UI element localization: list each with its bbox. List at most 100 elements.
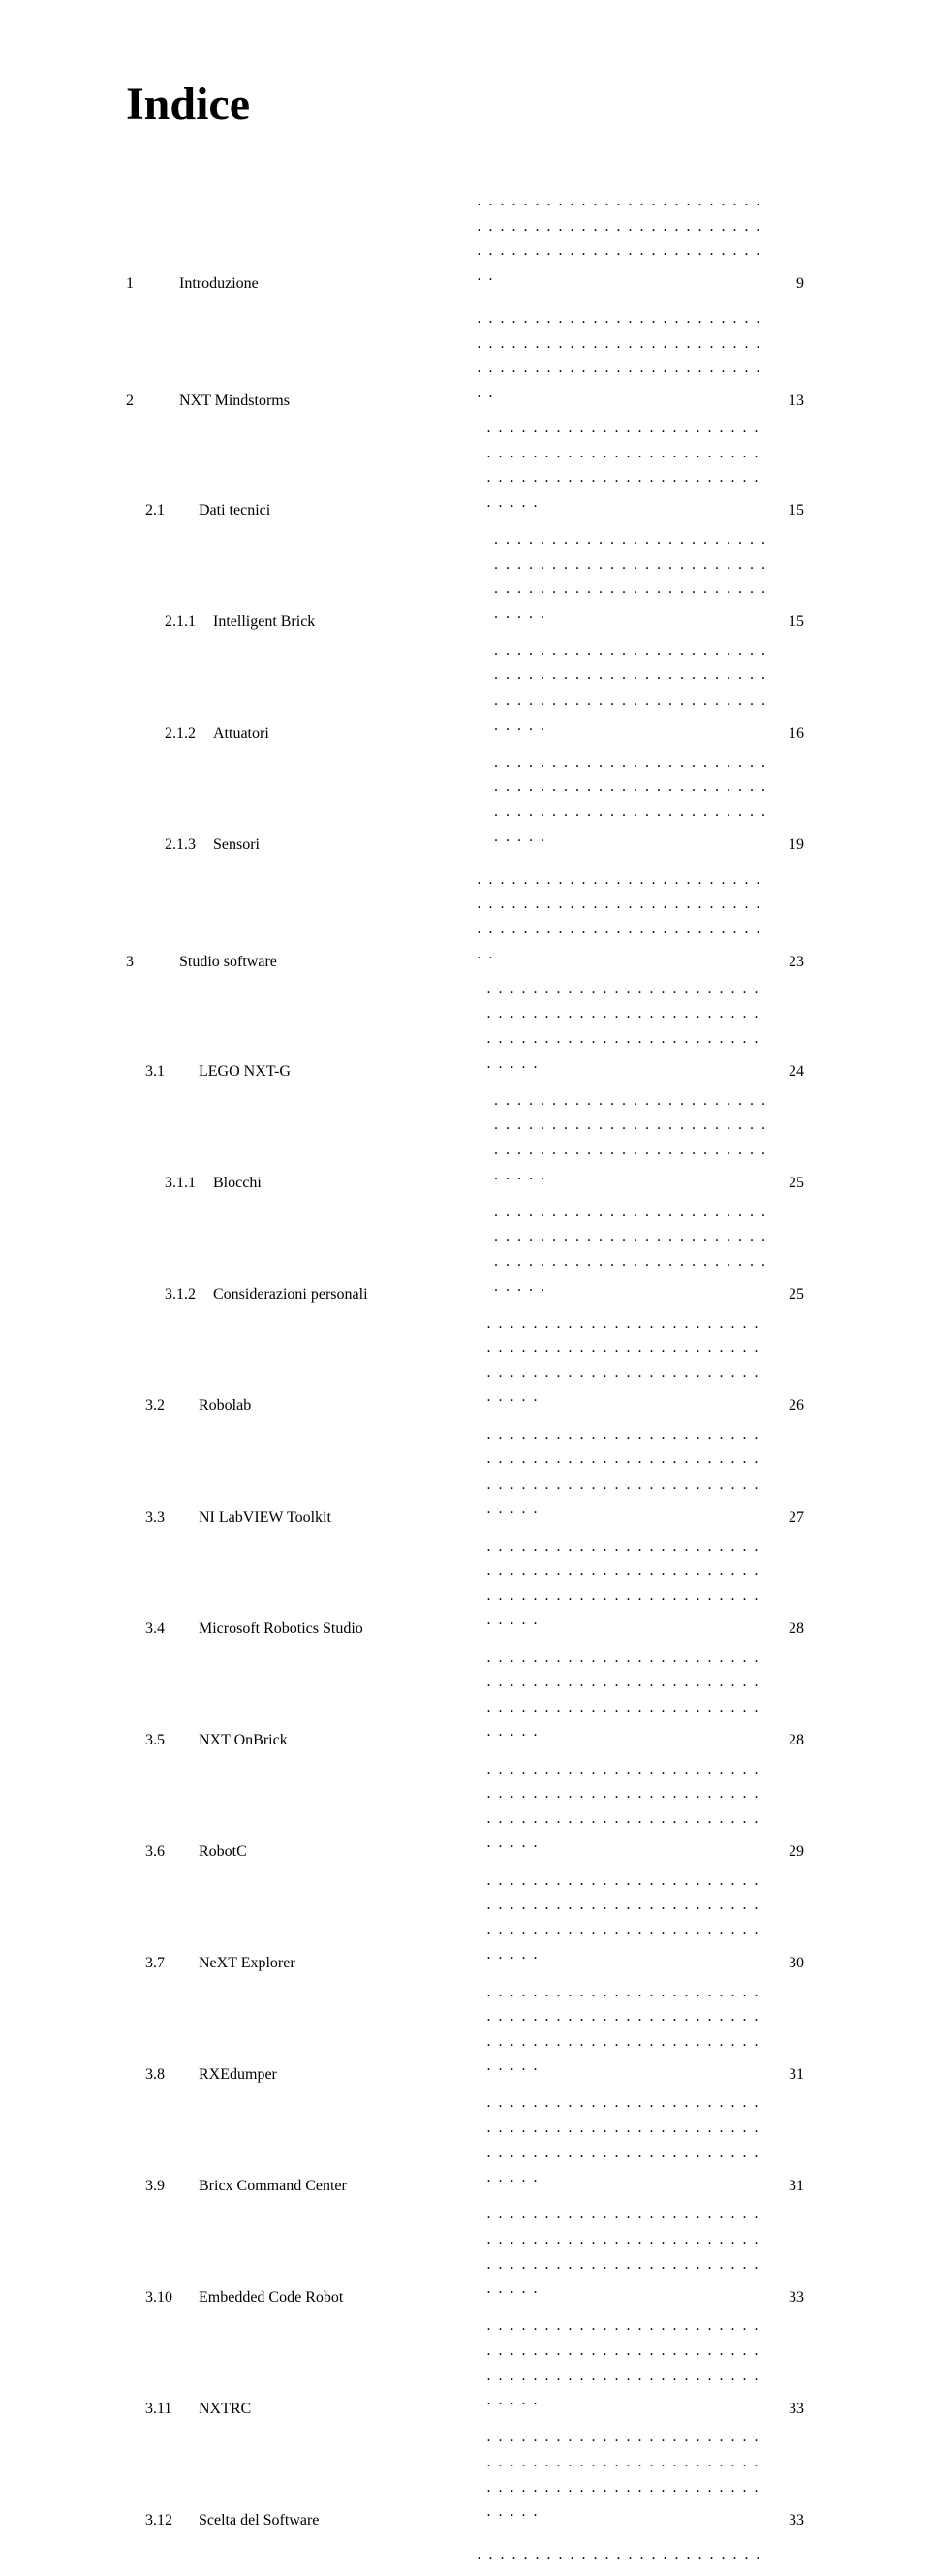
toc-label: Considerazioni personali — [213, 1282, 490, 1307]
toc-entry-ch2: 2 NXT Mindstorms 13 — [126, 306, 804, 414]
toc-number: 3.11 — [126, 2397, 199, 2422]
toc-number: 2 — [126, 389, 179, 414]
toc-number: 3.4 — [126, 1617, 199, 1642]
table-of-contents: 1 Introduzione 9 2 NXT Mindstorms 13 2.1… — [126, 189, 804, 2576]
toc-entry-s2.1.1: 2.1.1 Intelligent Brick 15 — [126, 527, 804, 635]
toc-entry-s3.11: 3.11 NXTRC 33 — [126, 2313, 804, 2421]
toc-entry-ch1: 1 Introduzione 9 — [126, 189, 804, 297]
toc-page: 9 — [775, 271, 804, 297]
toc-label: Intelligent Brick — [213, 610, 490, 635]
toc-label: Sensori — [213, 832, 490, 858]
toc-entry-s2.1.2: 2.1.2 Attuatori 16 — [126, 639, 804, 746]
toc-page: 13 — [775, 389, 804, 414]
toc-page: 25 — [775, 1171, 804, 1196]
toc-entry-s3.4: 3.4 Microsoft Robotics Studio 28 — [126, 1534, 804, 1642]
toc-label: Introduzione — [179, 271, 474, 297]
toc-dots — [483, 1423, 776, 1530]
toc-label: Microsoft Robotics Studio — [199, 1617, 483, 1642]
toc-entry-s3.1.2: 3.1.2 Considerazioni personali 25 — [126, 1200, 804, 1307]
toc-dots — [483, 2090, 776, 2198]
toc-page: 30 — [775, 1951, 804, 1976]
toc-entry-s3.3: 3.3 NI LabVIEW Toolkit 27 — [126, 1423, 804, 1530]
toc-dots — [483, 1534, 776, 1642]
toc-dots — [490, 527, 775, 635]
toc-page: 15 — [775, 498, 804, 523]
toc-entry-s3.9: 3.9 Bricx Command Center 31 — [126, 2090, 804, 2198]
toc-page: 33 — [775, 2397, 804, 2422]
toc-label: Dati tecnici — [199, 498, 483, 523]
toc-dots — [483, 1646, 776, 1753]
toc-entry-s3.1: 3.1 LEGO NXT-G 24 — [126, 977, 804, 1084]
toc-entry-ch4: 4 Pendolo di Furuta 35 — [126, 2542, 804, 2576]
toc-label: NeXT Explorer — [199, 1951, 483, 1976]
toc-number: 2.1.2 — [126, 721, 213, 746]
toc-number: 2.1 — [126, 498, 199, 523]
toc-dots — [474, 306, 776, 414]
toc-dots — [490, 1088, 775, 1196]
toc-label: NXTRC — [199, 2397, 483, 2422]
toc-page: 16 — [775, 721, 804, 746]
toc-page: 25 — [775, 1282, 804, 1307]
toc-page: 15 — [775, 610, 804, 635]
toc-label: Blocchi — [213, 1171, 490, 1196]
toc-number: 3.3 — [126, 1505, 199, 1530]
toc-dots — [483, 1757, 776, 1865]
toc-entry-s3.7: 3.7 NeXT Explorer 30 — [126, 1869, 804, 1976]
toc-label: LEGO NXT-G — [199, 1059, 483, 1084]
toc-number: 3.1.1 — [126, 1171, 213, 1196]
toc-entry-s3.2: 3.2 Robolab 26 — [126, 1311, 804, 1419]
toc-label: Robolab — [199, 1394, 483, 1419]
toc-label: Scelta del Software — [199, 2508, 483, 2533]
toc-page: 31 — [775, 2174, 804, 2199]
toc-dots — [474, 867, 776, 975]
toc-dots — [483, 2425, 776, 2532]
toc-number: 2.1.1 — [126, 610, 213, 635]
toc-number: 3.1.2 — [126, 1282, 213, 1307]
toc-number: 3.12 — [126, 2508, 199, 2533]
toc-page: 24 — [775, 1059, 804, 1084]
toc-number: 3 — [126, 950, 179, 975]
toc-entry-ch3: 3 Studio software 23 — [126, 867, 804, 975]
toc-dots — [490, 639, 775, 746]
toc-label: Attuatori — [213, 721, 490, 746]
toc-page: 33 — [775, 2508, 804, 2533]
toc-number: 3.2 — [126, 1394, 199, 1419]
toc-dots — [483, 1869, 776, 1976]
page: Indice 1 Introduzione 9 2 NXT Mindstorms… — [126, 0, 804, 2576]
toc-number: 3.6 — [126, 1839, 199, 1865]
toc-entry-s3.1.1: 3.1.1 Blocchi 25 — [126, 1088, 804, 1196]
toc-page: 33 — [775, 2285, 804, 2310]
toc-entry-s3.6: 3.6 RobotC 29 — [126, 1757, 804, 1865]
toc-entry-s2.1.3: 2.1.3 Sensori 19 — [126, 750, 804, 858]
toc-dots — [474, 2542, 776, 2576]
page-title: Indice — [126, 78, 804, 131]
toc-dots — [483, 1311, 776, 1419]
toc-label: NXT Mindstorms — [179, 389, 474, 414]
toc-page: 26 — [775, 1394, 804, 1419]
toc-label: Embedded Code Robot — [199, 2285, 483, 2310]
toc-dots — [474, 189, 776, 297]
toc-page: 23 — [775, 950, 804, 975]
toc-number: 3.9 — [126, 2174, 199, 2199]
toc-entry-s3.5: 3.5 NXT OnBrick 28 — [126, 1646, 804, 1753]
toc-number: 3.8 — [126, 2062, 199, 2088]
toc-entry-s3.8: 3.8 RXEdumper 31 — [126, 1980, 804, 2088]
toc-entry-s3.10: 3.10 Embedded Code Robot 33 — [126, 2202, 804, 2309]
toc-page: 27 — [775, 1505, 804, 1530]
toc-page: 19 — [775, 832, 804, 858]
toc-number: 3.10 — [126, 2285, 199, 2310]
toc-label: Bricx Command Center — [199, 2174, 483, 2199]
toc-label: Studio software — [179, 950, 474, 975]
toc-entry-s3.12: 3.12 Scelta del Software 33 — [126, 2425, 804, 2532]
toc-dots — [483, 2313, 776, 2421]
toc-page: 28 — [775, 1617, 804, 1642]
toc-page: 28 — [775, 1728, 804, 1753]
toc-number: 3.7 — [126, 1951, 199, 1976]
toc-number: 1 — [126, 271, 179, 297]
toc-label: NXT OnBrick — [199, 1728, 483, 1753]
toc-label: NI LabVIEW Toolkit — [199, 1505, 483, 1530]
toc-dots — [483, 977, 776, 1084]
toc-label: RobotC — [199, 1839, 483, 1865]
toc-dots — [483, 1980, 776, 2088]
toc-label: RXEdumper — [199, 2062, 483, 2088]
